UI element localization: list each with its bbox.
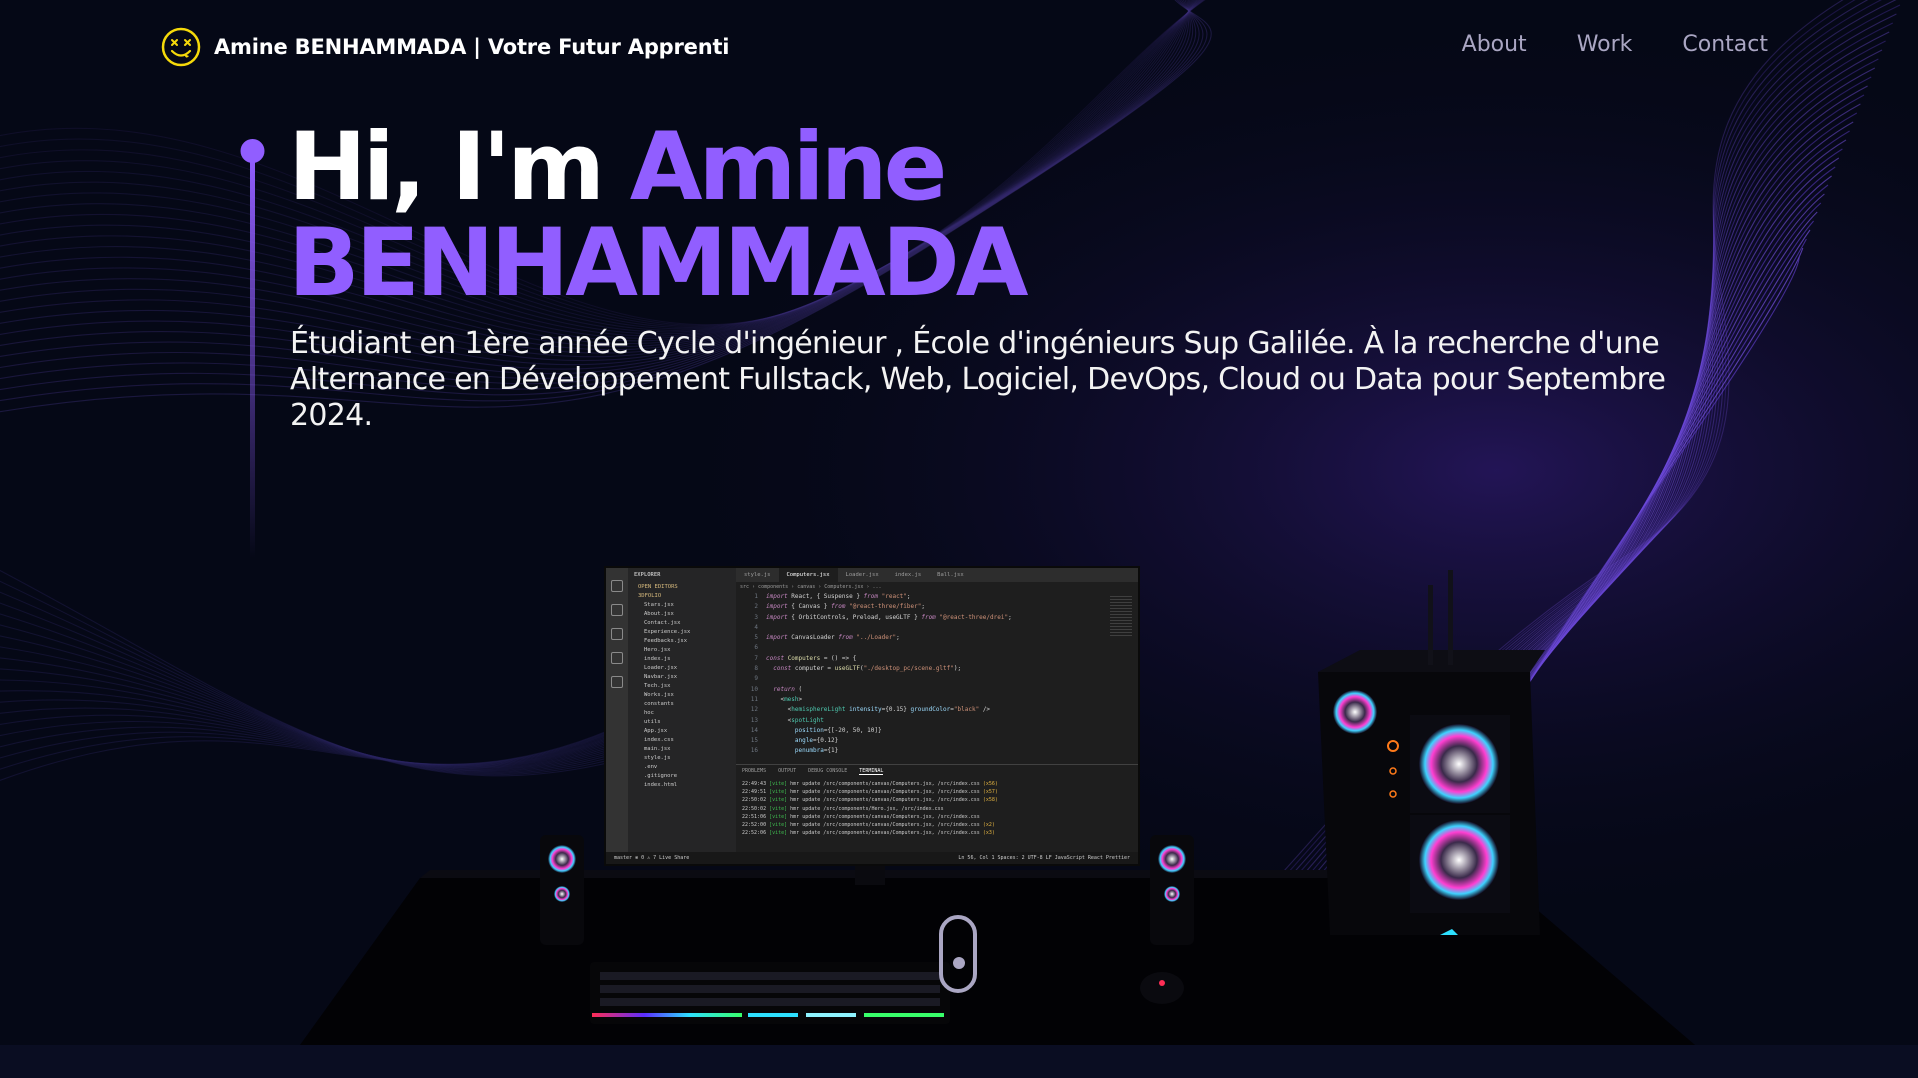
editor-activity-bar [606, 568, 628, 864]
nav-link-contact[interactable]: Contact [1682, 32, 1768, 57]
editor-breadcrumb: src › components › canvas › Computers.js… [740, 584, 882, 590]
explorer-file: Contact.jsx [644, 619, 681, 626]
editor-explorer: EXPLORER OPEN EDITORS 3DFOLIO Stars.jsx A… [628, 568, 736, 852]
editor-tab: Loader.jsx [845, 572, 879, 578]
top-navbar: Amine BENHAMMADA | Votre Futur Apprenti … [0, 0, 1918, 96]
search-icon [611, 604, 623, 616]
explorer-file: hoc [644, 709, 654, 716]
explorer-file: Loader.jsx [644, 664, 678, 671]
explorer-file: Experience.jsx [644, 628, 691, 635]
explorer-file: index.js [644, 655, 671, 662]
panel-tabs: PROBLEMS OUTPUT DEBUG CONSOLE TERMINAL [736, 765, 1138, 778]
hero-heading: Hi, I'm Amine BENHAMMADA [288, 120, 1029, 312]
scroll-dot-icon [953, 957, 965, 969]
explorer-file: style.js [644, 754, 671, 761]
editor-tabs: style.js Computers.jsx Loader.jsx index.… [736, 568, 1138, 582]
speaker-icon-left [540, 835, 584, 945]
git-icon [611, 628, 623, 640]
editor-terminal-panel: PROBLEMS OUTPUT DEBUG CONSOLE TERMINAL 2… [736, 764, 1138, 853]
explorer-file: App.jsx [644, 727, 668, 734]
explorer-file: Stars.jsx [644, 601, 674, 608]
explorer-file: utils [644, 718, 661, 725]
nav-link-about[interactable]: About [1462, 32, 1527, 57]
hero-vertical-marker [240, 139, 265, 558]
explorer-file: .env [644, 763, 658, 770]
extensions-icon [611, 676, 623, 688]
explorer-file: Feedbacks.jsx [644, 637, 688, 644]
bottom-strip [0, 1045, 1918, 1078]
editor-tab: style.js [744, 572, 771, 578]
explorer-file: Works.jsx [644, 691, 674, 698]
explorer-title: EXPLORER [634, 572, 661, 578]
smiley-face-icon [161, 27, 201, 67]
explorer-file: .gitignore [644, 772, 678, 779]
explorer-file: About.jsx [644, 610, 674, 617]
keyboard-icon [590, 962, 950, 1024]
hero-greeting: Hi, I'm [288, 113, 630, 222]
panel-tab-output: OUTPUT [778, 768, 797, 774]
status-left: master ⊗ 0 ⚠ 7 Live Share [614, 855, 690, 861]
editor-tab-active: Computers.jsx [778, 568, 838, 582]
files-icon [611, 580, 623, 592]
explorer-file: Hero.jsx [644, 646, 671, 653]
explorer-open-editors: OPEN EDITORS [638, 583, 678, 590]
hero-last-name: BENHAMMADA [288, 209, 1029, 318]
nav-links: About Work Contact [1462, 32, 1768, 57]
explorer-file: index.html [644, 781, 678, 788]
status-right: Ln 56, Col 1 Spaces: 2 UTF-8 LF JavaScri… [958, 855, 1130, 861]
nav-link-work[interactable]: Work [1577, 32, 1633, 57]
terminal-output: 22:49:43 [vite] hmr update /src/componen… [742, 781, 998, 837]
scroll-down-indicator[interactable] [939, 915, 977, 993]
debug-icon [611, 652, 623, 664]
explorer-file: constants [644, 700, 674, 707]
hero-first-name: Amine [629, 113, 948, 222]
pc-tower-icon [1318, 570, 1545, 935]
explorer-project: 3DFOLIO [638, 592, 662, 599]
explorer-file: Navbar.jsx [644, 673, 678, 680]
hero-subtitle: Étudiant en 1ère année Cycle d'ingénieur… [290, 326, 1666, 433]
explorer-file: Tech.jsx [644, 682, 671, 689]
editor-tab: Ball.jsx [937, 572, 964, 578]
editor-code: 1 import React, { Suspense } from "react"… [750, 593, 1012, 755]
brand-home-link[interactable]: Amine BENHAMMADA | Votre Futur Apprenti [160, 26, 730, 68]
mouse-icon [1140, 972, 1184, 1004]
panel-tab-problems: PROBLEMS [742, 768, 767, 774]
editor-minimap [1110, 596, 1132, 636]
monitor-screen: EXPLORER OPEN EDITORS 3DFOLIO Stars.jsx A… [604, 566, 1140, 866]
editor-status-bar: master ⊗ 0 ⚠ 7 Live Share Ln 56, Col 1 S… [606, 852, 1138, 864]
brand-title: Amine BENHAMMADA | Votre Futur Apprenti [214, 35, 730, 59]
speaker-icon-right [1150, 835, 1194, 945]
editor-tab: index.js [894, 572, 922, 578]
panel-tab-terminal: TERMINAL [859, 768, 884, 775]
explorer-file: main.jsx [644, 745, 671, 752]
explorer-file-list: Stars.jsx About.jsx Contact.jsx Experience.… [628, 600, 736, 789]
explorer-file: index.css [644, 736, 674, 743]
panel-tab-debug: DEBUG CONSOLE [808, 768, 848, 774]
